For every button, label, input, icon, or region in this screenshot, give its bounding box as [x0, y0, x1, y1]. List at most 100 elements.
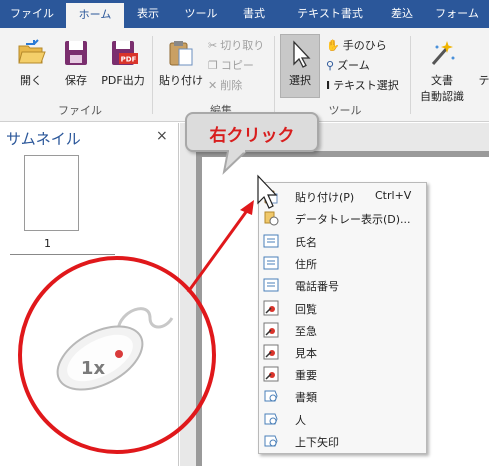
ribbon: 開く 保存 PDF PDF出力 ファイル 貼り付け ✂ 切り取り ❐ コピー ✕…	[0, 28, 489, 122]
pdf-export-label: PDF出力	[101, 74, 145, 87]
context-menu-item-important[interactable]: 重要	[259, 364, 426, 384]
copy-button[interactable]: ❐ コピー	[208, 57, 254, 73]
magnifier-icon: ⚲	[326, 58, 335, 72]
context-menu-item-circulate[interactable]: 回覧	[259, 298, 426, 318]
context-menu-item-urgent[interactable]: 至急	[259, 320, 426, 340]
context-menu-item-document-shape[interactable]: 書類	[259, 386, 426, 406]
auto-recognize-button[interactable]: 文書 自動認識	[416, 38, 468, 104]
urgent-menu-label: 至急	[295, 325, 317, 338]
document-shape-menu-label: 書類	[295, 391, 317, 404]
paste-label: 貼り付け	[159, 74, 203, 87]
circulate-menu-label: 回覧	[295, 303, 317, 316]
cut-label: 切り取り	[220, 39, 265, 52]
tab-home[interactable]: ホーム	[66, 3, 124, 28]
context-menu-item-sample[interactable]: 見本	[259, 342, 426, 362]
copy-icon: ❐	[208, 58, 218, 72]
tab-file[interactable]: ファイル	[6, 0, 58, 28]
delete-icon: ✕	[208, 78, 218, 92]
group-separator	[410, 36, 411, 114]
pdf-badge-text: PDF	[121, 56, 137, 64]
truncated-label: テ	[478, 74, 489, 87]
pdf-file-icon: PDF	[112, 41, 138, 65]
text-field-icon	[263, 256, 279, 270]
thumbnail-pane-title: サムネイル	[6, 130, 81, 148]
hand-tool-button[interactable]: ✋ 手のひら	[326, 37, 387, 53]
shape-icon	[264, 390, 278, 402]
thumbnail-pane-close-icon[interactable]: ×	[156, 128, 168, 144]
context-menu-item-updown-arrow-shape[interactable]: 上下矢印	[259, 431, 426, 451]
shape-icon	[264, 413, 278, 425]
updown-arrow-shape-menu-label: 上下矢印	[295, 436, 339, 449]
data-tray-icon	[264, 211, 279, 226]
hand-tool-label: 手のひら	[342, 39, 387, 52]
context-menu-item-name[interactable]: 氏名	[259, 231, 426, 251]
context-menu-item-phone[interactable]: 電話番号	[259, 275, 426, 295]
paste-icon	[264, 190, 278, 204]
paste-shortcut: Ctrl+V	[375, 189, 412, 202]
tab-form[interactable]: フォーム	[428, 0, 486, 28]
phone-menu-label: 電話番号	[295, 280, 339, 293]
tab-view[interactable]: 表示	[128, 0, 168, 28]
context-menu-item-paste[interactable]: 貼り付け(P) Ctrl+V	[259, 186, 426, 206]
stamp-icon	[263, 366, 279, 382]
person-shape-menu-label: 人	[295, 414, 306, 427]
floppy-disk-icon	[65, 41, 87, 65]
save-label: 保存	[65, 74, 87, 87]
data-tray-menu-label: データトレー表示(D)...	[295, 213, 411, 226]
folder-open-icon	[18, 39, 46, 64]
tab-tools[interactable]: ツール	[176, 0, 226, 28]
magic-wand-icon	[431, 41, 455, 65]
delete-button[interactable]: ✕ 削除	[208, 77, 242, 93]
thumbnail-pane: サムネイル × 1	[0, 123, 179, 466]
zoom-tool-label: ズーム	[337, 59, 370, 72]
stamp-icon	[263, 300, 279, 316]
open-label: 開く	[20, 74, 42, 87]
scissors-icon: ✂	[208, 38, 218, 52]
copy-label: コピー	[220, 59, 254, 72]
page-thumbnail-number: 1	[44, 237, 51, 250]
file-group-label: ファイル	[58, 104, 102, 117]
sample-menu-label: 見本	[295, 347, 317, 360]
right-click-callout-text: 右クリック	[209, 126, 295, 146]
right-click-callout: 右クリック	[185, 112, 319, 152]
pointer-arrow-icon	[293, 40, 311, 68]
delete-label: 削除	[220, 79, 243, 92]
context-menu: 貼り付け(P) Ctrl+V データトレー表示(D)... 氏名 住所 電話番号…	[258, 182, 427, 454]
select-tool-label: 選択	[289, 74, 311, 87]
tab-merge[interactable]: 差込	[382, 0, 422, 28]
address-menu-label: 住所	[295, 258, 317, 271]
select-tool-content: 選択	[280, 40, 320, 88]
text-field-icon	[263, 278, 279, 292]
text-select-tool-label: テキスト選択	[333, 79, 399, 92]
important-menu-label: 重要	[295, 369, 317, 382]
paste-menu-label: 貼り付け(P)	[295, 191, 355, 204]
save-button[interactable]: 保存	[56, 38, 96, 88]
truncated-ribbon-button[interactable]: テ	[474, 72, 489, 88]
ribbon-tab-bar: ファイル ホーム 表示 ツール 書式 テキスト書式 差込 フォーム	[0, 0, 489, 28]
cut-button[interactable]: ✂ 切り取り	[208, 37, 264, 53]
page-thumbnail[interactable]	[24, 155, 79, 231]
stamp-icon	[263, 344, 279, 360]
auto-recognize-label-line2: 自動認識	[420, 90, 464, 103]
open-button[interactable]: 開く	[8, 38, 54, 88]
text-select-tool-button[interactable]: Ⅰ テキスト選択	[326, 77, 399, 93]
context-menu-item-address[interactable]: 住所	[259, 253, 426, 273]
tool-group-label: ツール	[328, 104, 362, 117]
context-menu-item-data-tray[interactable]: データトレー表示(D)...	[259, 208, 426, 228]
pdf-export-button[interactable]: PDF PDF出力	[98, 38, 148, 88]
context-menu-item-person-shape[interactable]: 人	[259, 409, 426, 429]
hand-icon: ✋	[326, 38, 340, 52]
name-menu-label: 氏名	[295, 236, 317, 249]
auto-recognize-label-line1: 文書	[431, 74, 453, 87]
tab-format[interactable]: 書式	[234, 0, 274, 28]
paste-button[interactable]: 貼り付け	[158, 38, 204, 88]
group-separator	[274, 36, 275, 114]
zoom-tool-button[interactable]: ⚲ ズーム	[326, 57, 370, 73]
text-field-icon	[263, 234, 279, 248]
shape-icon	[264, 435, 278, 447]
clipboard-icon	[169, 41, 193, 66]
text-cursor-icon: Ⅰ	[326, 78, 331, 92]
stamp-icon	[263, 322, 279, 338]
thumbnail-divider	[10, 254, 115, 255]
tab-text-format[interactable]: テキスト書式	[282, 0, 378, 28]
